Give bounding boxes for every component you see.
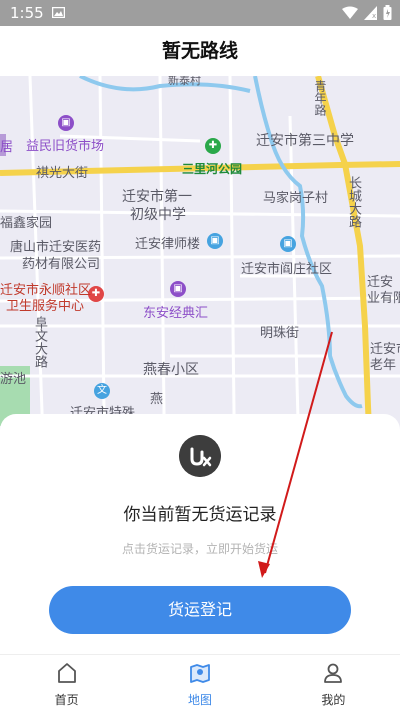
map-label: 迁安市阎庄社区 (241, 262, 333, 277)
map-icon (190, 664, 210, 683)
user-icon (324, 663, 343, 683)
signal-icon: x (364, 5, 377, 20)
tab-map[interactable]: 地图 (133, 655, 266, 712)
tab-label: 地图 (187, 693, 212, 707)
map-label: 青年路 (313, 80, 327, 116)
map-label: 迁安律师楼 (135, 237, 201, 252)
status-time: 1:55 (10, 4, 44, 22)
map-label: 初级中学 (130, 207, 186, 223)
lawyer-poi-icon[interactable]: ▣ (207, 233, 223, 249)
empty-state-title: 你当前暂无货运记录 (123, 505, 277, 525)
map-label: 迁安市第三中学 (256, 133, 354, 149)
map-label: 长城大路 (346, 176, 361, 228)
wifi-icon (342, 6, 358, 19)
map-label: 迁安市第一 (122, 189, 192, 205)
map-label: 三里河公园 (182, 162, 243, 176)
image-icon (52, 7, 65, 18)
shopping-poi-icon[interactable]: ▣ (170, 281, 186, 297)
map-label: 阜文大路 (32, 316, 47, 368)
battery-icon (383, 5, 392, 20)
home-icon (57, 663, 76, 683)
park-poi-icon[interactable]: ✚ (205, 138, 221, 154)
status-icons: x (342, 5, 392, 20)
school-poi-icon[interactable]: 文 (94, 383, 110, 399)
map-label: 福鑫家园 (0, 216, 53, 231)
tab-label: 首页 (54, 693, 79, 707)
map-label: 游池 (0, 372, 27, 387)
map-label: 祺光大街 (36, 166, 89, 181)
map-label: 明珠街 (260, 326, 300, 341)
building-poi-icon[interactable]: ▣ (280, 236, 296, 252)
status-bar: 1:55 x (0, 0, 400, 26)
page-header: 暂无路线 (0, 26, 400, 76)
tab-home[interactable]: 首页 (0, 655, 133, 712)
app-logo-icon (179, 435, 221, 477)
map-label: 新泰村 (168, 76, 201, 87)
map-label: 居 (0, 140, 14, 155)
svg-text:x: x (372, 12, 376, 20)
map-label: 益民旧货市场 (26, 139, 105, 154)
map-label: 东安经典汇 (143, 306, 209, 321)
freight-register-button[interactable]: 货运登记 (49, 586, 351, 634)
map-label: 马家岗子村 (263, 191, 329, 206)
map-label: 老年 (370, 358, 397, 373)
empty-state-subtitle: 点击货运记录，立即开始货运 (121, 542, 278, 556)
map-label: 药材有限公司 (22, 257, 101, 272)
map-label: 卫生服务中心 (6, 299, 85, 314)
map-label: 燕 (150, 392, 164, 407)
tab-profile[interactable]: 我的 (267, 655, 400, 712)
market-poi-icon[interactable]: ▣ (58, 115, 74, 131)
map-label: 燕春小区 (143, 362, 199, 378)
tab-label: 我的 (321, 693, 346, 707)
page-title: 暂无路线 (161, 40, 238, 62)
bottom-tab-bar: 首页 地图 我的 (0, 654, 400, 712)
map-label: 业有限 (367, 291, 400, 306)
